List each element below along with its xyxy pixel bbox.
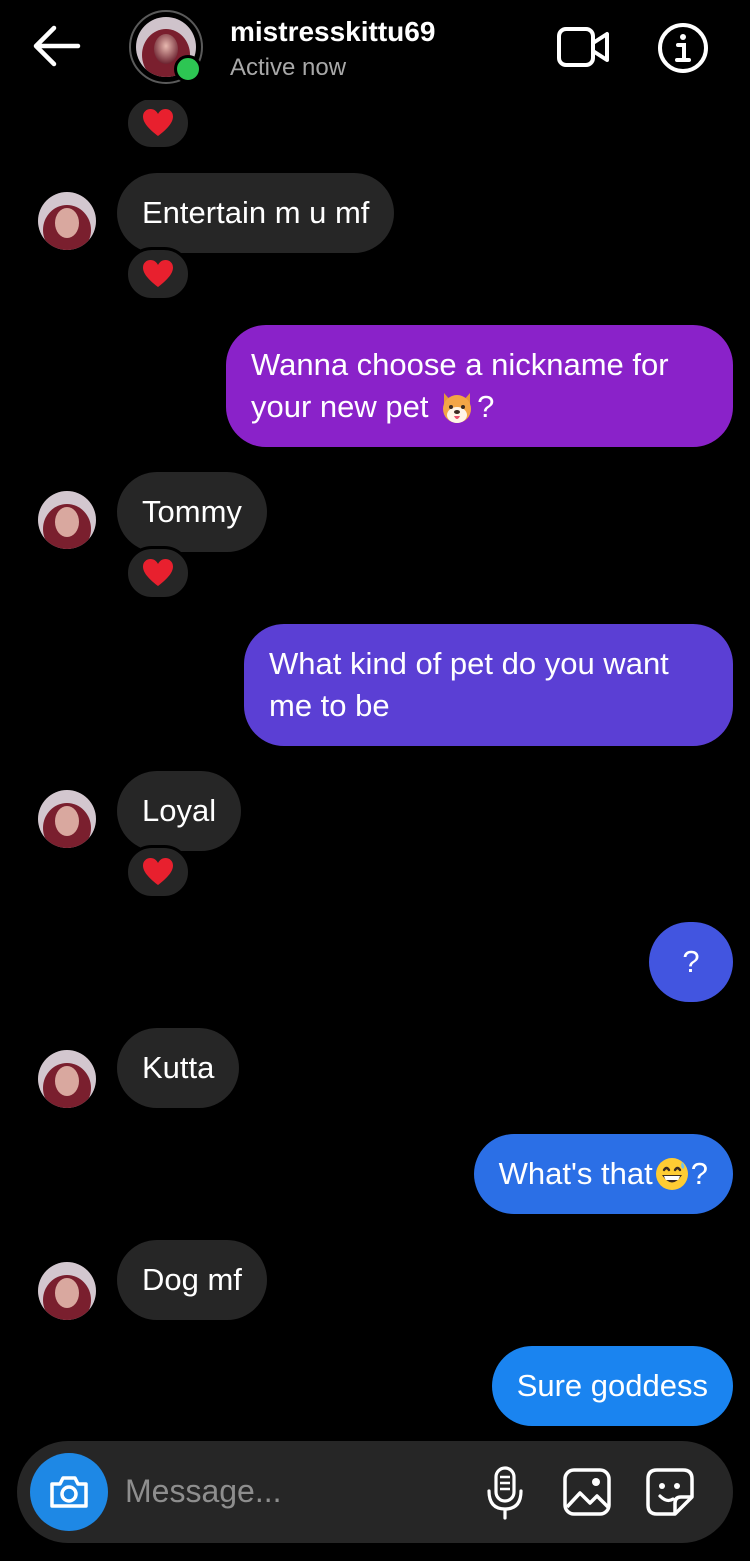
active-status: Active now xyxy=(230,54,347,81)
incoming-message[interactable]: Dog mf xyxy=(117,1240,267,1320)
heart-icon xyxy=(143,559,173,586)
chat-header: mistresskittu69 Active now xyxy=(0,0,750,100)
video-call-icon[interactable] xyxy=(556,26,610,68)
outgoing-message[interactable]: ? xyxy=(649,922,733,1002)
microphone-icon[interactable] xyxy=(485,1465,525,1521)
message-line: Wanna choose a nickname for xyxy=(251,347,669,382)
heart-icon xyxy=(143,109,173,136)
message-text: ? xyxy=(690,1156,708,1191)
heart-icon xyxy=(143,858,173,885)
message-composer: Message... xyxy=(17,1441,733,1543)
back-arrow-icon[interactable] xyxy=(30,22,82,70)
heart-reaction[interactable] xyxy=(125,546,191,600)
message-line: your new pet ? xyxy=(251,386,708,428)
outgoing-message[interactable]: Sure goddess xyxy=(491,1346,733,1426)
message-input[interactable]: Message... xyxy=(125,1473,282,1510)
message-text: ? xyxy=(477,389,495,424)
grinning-sweat-emoji xyxy=(655,1158,688,1190)
sender-avatar[interactable] xyxy=(38,192,96,250)
chat-username[interactable]: mistresskittu69 xyxy=(230,16,435,48)
sender-avatar[interactable] xyxy=(38,790,96,848)
info-icon[interactable] xyxy=(657,22,709,74)
sticker-icon[interactable] xyxy=(645,1467,695,1517)
heart-reaction[interactable] xyxy=(125,845,191,899)
incoming-message[interactable]: Tommy xyxy=(117,472,267,552)
outgoing-message[interactable]: What kind of pet do you want me to be xyxy=(244,624,733,746)
online-status-dot xyxy=(174,55,202,83)
message-line: What kind of pet do you want xyxy=(269,646,669,681)
camera-button[interactable] xyxy=(30,1453,108,1531)
outgoing-message[interactable]: What's that ? xyxy=(473,1134,733,1214)
message-line: me to be xyxy=(269,688,390,723)
message-text: What's that xyxy=(498,1156,653,1191)
sender-avatar[interactable] xyxy=(38,1050,96,1108)
sender-avatar[interactable] xyxy=(38,1262,96,1320)
heart-reaction[interactable] xyxy=(125,96,191,150)
incoming-message[interactable]: Loyal xyxy=(117,771,242,851)
message-text: your new pet xyxy=(251,389,438,424)
dog-face-emoji xyxy=(443,393,472,423)
outgoing-message[interactable]: Wanna choose a nickname for your new pet… xyxy=(226,325,733,447)
incoming-message[interactable]: Entertain m u mf xyxy=(117,173,395,253)
heart-icon xyxy=(143,260,173,287)
sender-avatar[interactable] xyxy=(38,491,96,549)
camera-icon xyxy=(50,1476,88,1508)
heart-reaction[interactable] xyxy=(125,247,191,301)
gallery-icon[interactable] xyxy=(562,1467,612,1517)
incoming-message[interactable]: Kutta xyxy=(117,1028,240,1108)
